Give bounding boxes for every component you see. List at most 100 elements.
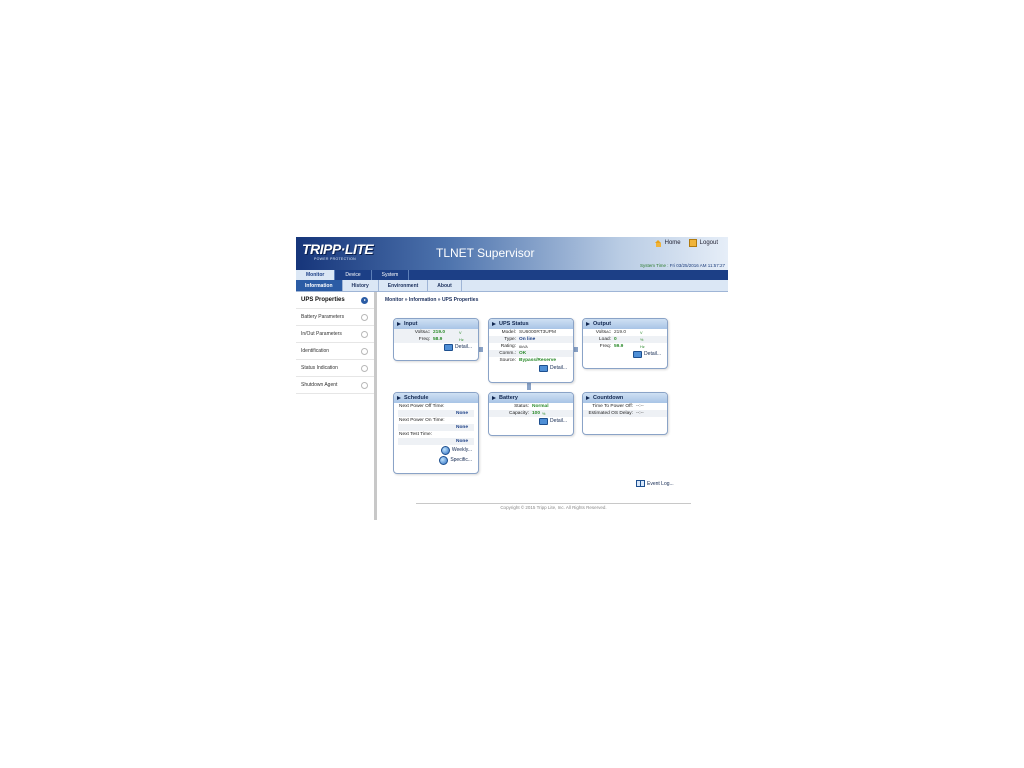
ups-status-detail-link[interactable]: Detail... — [489, 364, 573, 372]
ups-rating-value: 6kVA — [519, 344, 528, 349]
weekly-link[interactable]: Weekly... — [394, 445, 478, 455]
sidebar-item-ups-properties[interactable]: UPS Properties — [296, 292, 374, 309]
schedule-panel: Schedule Next Power Off Time: None Next … — [393, 392, 479, 474]
circle-icon — [361, 348, 368, 355]
tab-monitor[interactable]: Monitor — [296, 270, 336, 280]
next-power-on-value: None — [398, 424, 474, 431]
home-link[interactable]: Home — [654, 239, 681, 247]
next-test-value: None — [398, 438, 474, 445]
detail-label: Detail... — [550, 365, 567, 371]
time-to-power-off-row: Time To Power Off: --:-- — [583, 403, 667, 410]
battery-panel: Battery Status: Normal Capacity: 100 % D… — [488, 392, 574, 436]
output-volts-value: 219.0 — [614, 330, 627, 335]
battery-capacity-row: Capacity: 100 % — [489, 410, 573, 417]
sidebar-item-label: Status Indication — [301, 365, 338, 371]
input-detail-link[interactable]: Detail... — [394, 343, 478, 351]
sub-nav: Information History Environment About — [296, 280, 728, 292]
input-volts-row: VoltsAC 219.0 V — [394, 329, 478, 336]
play-icon — [492, 322, 496, 326]
countdown-panel-header: Countdown — [583, 393, 667, 403]
battery-capacity-label: Capacity: — [509, 411, 529, 416]
event-log-link[interactable]: Event Log... — [636, 480, 674, 487]
ups-comm-row: Comm.: OK — [489, 350, 573, 357]
schedule-panel-title: Schedule — [404, 395, 429, 401]
monitor-icon — [633, 350, 643, 358]
output-load-unit: % — [640, 337, 644, 342]
specific-label: Specific... — [450, 457, 472, 463]
ups-status-panel-title: UPS Status — [499, 321, 529, 327]
tab-information[interactable]: Information — [296, 280, 343, 291]
circle-icon — [361, 331, 368, 338]
tab-system[interactable]: System — [372, 270, 410, 280]
specific-link[interactable]: Specific... — [394, 455, 478, 465]
play-icon — [586, 322, 590, 326]
input-freq-unit: Hz — [459, 337, 464, 342]
sidebar-item-shutdown-agent[interactable]: Shutdown Agent — [296, 377, 374, 394]
output-detail-link[interactable]: Detail... — [583, 350, 667, 358]
system-time: System Time : Fri 03/25/2016 AM 11:57:27 — [640, 263, 725, 268]
output-load-value: 0 — [614, 337, 617, 342]
logout-link[interactable]: Logout — [688, 239, 718, 247]
output-panel-header: Output — [583, 319, 667, 329]
home-icon — [654, 239, 662, 247]
output-freq-label: Freq: — [599, 344, 611, 349]
play-icon — [492, 396, 496, 400]
ups-type-value: On line — [519, 337, 536, 342]
next-power-off-value: None — [398, 410, 474, 417]
input-freq-row: Freq: 58.9 Hz — [394, 336, 478, 343]
battery-capacity-value: 100 — [532, 411, 541, 416]
sidebar-item-battery-parameters[interactable]: Battery Parameters — [296, 309, 374, 326]
battery-capacity-unit: % — [542, 411, 546, 416]
monitor-icon — [539, 364, 549, 372]
battery-detail-link[interactable]: Detail... — [489, 417, 573, 425]
connector-status-battery — [527, 383, 531, 390]
logo-text: TRIPP·LITE — [302, 241, 374, 257]
sidebar-item-label: Identification — [301, 348, 330, 354]
header-banner: TRIPP·LITE POWER PROTECTION TLNET Superv… — [296, 237, 728, 270]
play-icon — [586, 396, 590, 400]
volts-label-text: Volts — [414, 330, 426, 335]
ups-source-row: Source: Bypass/Reserve — [489, 357, 573, 364]
sidebar-item-label: Shutdown Agent — [301, 382, 338, 388]
sidebar-item-label: Battery Parameters — [301, 314, 345, 320]
logout-label: Logout — [699, 240, 718, 246]
sidebar: UPS Properties Battery Parameters In/Out… — [296, 292, 377, 520]
battery-panel-header: Battery — [489, 393, 573, 403]
weekly-label: Weekly... — [451, 447, 472, 453]
logout-icon — [688, 239, 697, 247]
output-freq-value: 59.9 — [614, 344, 624, 349]
battery-status-value: Normal — [532, 404, 549, 409]
countdown-panel-title: Countdown — [593, 395, 624, 401]
input-freq-label: Freq: — [418, 337, 430, 342]
sidebar-item-identification[interactable]: Identification — [296, 343, 374, 360]
estimated-os-delay-value: --:-- — [636, 411, 644, 416]
tab-environment[interactable]: Environment — [379, 280, 429, 291]
ups-status-panel-header: UPS Status — [489, 319, 573, 329]
circle-icon — [361, 365, 368, 372]
play-icon — [397, 396, 401, 400]
app-window: TRIPP·LITE POWER PROTECTION TLNET Superv… — [296, 237, 728, 520]
top-links: Home Logout — [654, 239, 718, 247]
output-volts-row: VoltsAC 219.0 V — [583, 329, 667, 336]
input-panel-header: Input — [394, 319, 478, 329]
countdown-panel: Countdown Time To Power Off: --:-- Estim… — [582, 392, 668, 435]
tab-about[interactable]: About — [428, 280, 462, 291]
tripp-lite-logo: TRIPP·LITE POWER PROTECTION — [302, 241, 374, 265]
ups-model-row: Model: SU6000RT3UPM — [489, 329, 573, 336]
circle-icon — [361, 382, 368, 389]
detail-label: Detail... — [644, 351, 661, 357]
ups-comm-label: Comm.: — [499, 351, 516, 356]
input-volts-label: VoltsAC — [394, 330, 430, 335]
home-label: Home — [664, 240, 681, 246]
ups-type-label: Type: — [504, 337, 516, 342]
ups-rating-label: Rating: — [500, 344, 516, 349]
sidebar-item-inout-parameters[interactable]: In/Out Parameters — [296, 326, 374, 343]
next-power-off-label: Next Power Off Time: — [399, 404, 445, 409]
next-test-label: Next Test Time: — [399, 432, 432, 437]
output-freq-unit: Hz — [640, 344, 645, 349]
sidebar-item-status-indication[interactable]: Status Indication — [296, 360, 374, 377]
tab-device[interactable]: Device — [335, 270, 372, 280]
tab-history[interactable]: History — [343, 280, 379, 291]
event-log-label: Event Log... — [647, 480, 674, 487]
detail-label: Detail... — [550, 418, 567, 424]
